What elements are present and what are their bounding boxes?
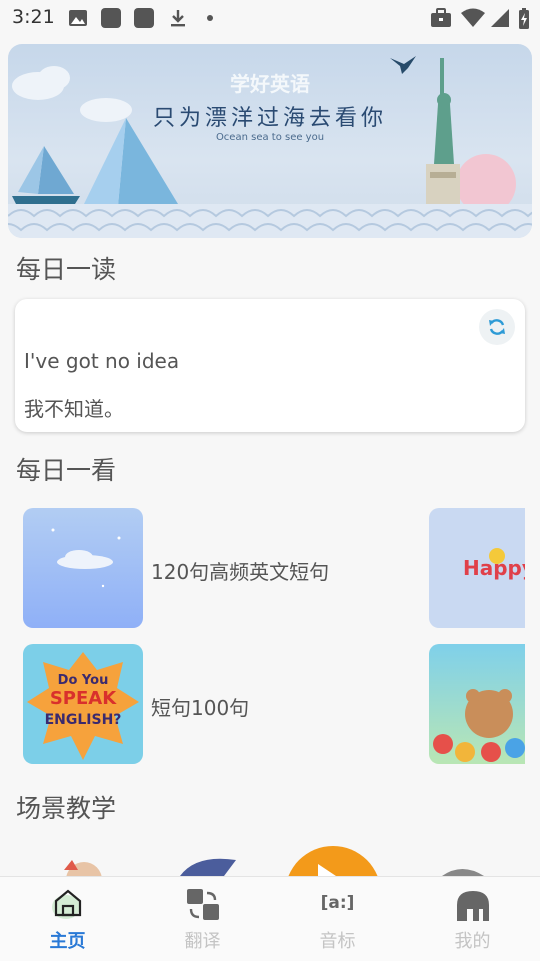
item-title: 120句高频英文短句 [151, 560, 330, 584]
phonetic-icon: [a:] [320, 893, 355, 913]
svg-text:Do You: Do You [58, 673, 109, 688]
side-thumbnail[interactable]: Happy [429, 508, 525, 628]
app-notification-icon [134, 8, 154, 28]
signal-icon [491, 9, 509, 27]
scene-list [0, 840, 540, 876]
svg-text:SPEAK: SPEAK [50, 688, 117, 709]
daily-read-card: I've got no idea 我不知道。 [15, 299, 525, 432]
more-notifications-dot [207, 15, 213, 21]
elephant-icon [456, 891, 489, 921]
nav-item-translate[interactable]: 翻译 [135, 877, 270, 961]
svg-text:ENGLISH?: ENGLISH? [45, 712, 122, 728]
nav-item-phonetic[interactable]: [a:] 音标 [270, 877, 405, 961]
scene-teaching-title: 场景教学 [16, 794, 117, 823]
bottom-navigation: 主页 翻译 [a:] 音标 我的 [0, 876, 540, 961]
gallery-icon [69, 10, 87, 26]
nav-label: 主页 [49, 931, 86, 952]
list-item[interactable]: Do You SPEAK ENGLISH? 短句100句 [23, 644, 423, 764]
scene-thumbnails [64, 846, 484, 876]
speak-english-illustration: Do You SPEAK ENGLISH? [27, 652, 139, 760]
battery-icon [519, 8, 529, 29]
refresh-button[interactable] [479, 309, 515, 345]
app-notification-icon [101, 8, 121, 28]
status-bar: 3:21 [0, 0, 540, 36]
nav-label: 翻译 [184, 931, 221, 952]
daily-read-title: 每日一读 [16, 255, 117, 284]
hero-banner[interactable]: 学好英语 只为漂洋过海去看你 Ocean sea to see you [8, 44, 532, 238]
cloud-illustration [51, 528, 121, 588]
wifi-icon [461, 8, 485, 27]
nav-label: 音标 [319, 931, 356, 952]
sentence-chinese: 我不知道。 [24, 397, 124, 421]
nav-item-mine[interactable]: 我的 [405, 877, 540, 961]
banner-subtitle: Ocean sea to see you [215, 132, 325, 143]
thumbnail-image [23, 508, 143, 628]
work-profile-icon [431, 8, 451, 27]
translate-icon [186, 889, 219, 920]
item-title: 短句100句 [151, 696, 250, 720]
bear-illustration [433, 689, 525, 762]
refresh-icon [489, 319, 505, 335]
status-time: 3:21 [12, 6, 55, 28]
nav-item-home[interactable]: 主页 [0, 877, 135, 961]
thumbnail-image: Do You SPEAK ENGLISH? [23, 644, 143, 764]
daily-look-title: 每日一看 [16, 456, 117, 485]
banner-title: 学好英语 [230, 72, 310, 96]
sentence-english: I've got no idea [24, 349, 180, 373]
banner-slogan: 只为漂洋过海去看你 [152, 106, 387, 131]
nav-label: 我的 [454, 931, 491, 952]
home-icon [51, 889, 81, 919]
chick-icon [489, 548, 505, 564]
list-item[interactable]: 120句高频英文短句 [23, 508, 423, 628]
side-thumbnail[interactable] [429, 644, 525, 764]
download-icon [171, 10, 185, 27]
